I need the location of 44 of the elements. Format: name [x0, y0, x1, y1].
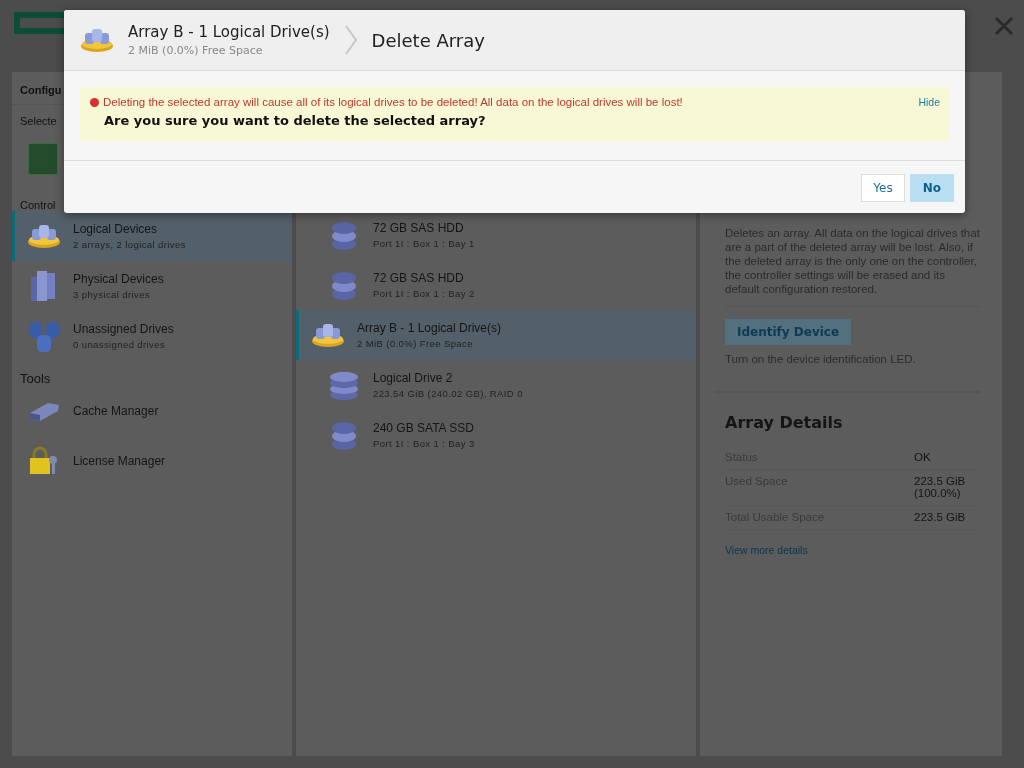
item-label: Cache Manager	[73, 404, 159, 418]
section-title: Array Details	[725, 413, 844, 432]
item-subtitle: 2 arrays, 2 logical drives	[73, 239, 186, 250]
hide-link[interactable]: Hide	[918, 96, 940, 141]
dialog-button[interactable]: No	[909, 174, 954, 202]
item-label: 240 GB SATA SSD	[373, 421, 475, 435]
item-subtitle: 2 MiB (0.0%) Free Space	[357, 338, 474, 349]
drive-stack-icon	[28, 319, 60, 353]
disk-array-icon	[311, 322, 345, 348]
detail-value: 223.5 GiB (100.0%)	[914, 475, 967, 499]
section-heading: Tools	[19, 370, 52, 386]
tool-item[interactable]: Cache Manager	[12, 386, 292, 436]
item-label: Logical Drive 2	[373, 371, 454, 385]
detail-value: OK	[914, 451, 932, 463]
dialog-title: Array B - 1 Logical Drive(s)	[128, 23, 330, 41]
item-label: 72 GB SAS HDD	[373, 221, 465, 235]
disk-stack-icon	[330, 419, 358, 451]
confirm-question: Are you sure you want to delete the selected array?	[104, 113, 487, 128]
item-label: Logical Devices	[73, 222, 159, 236]
close-icon[interactable]	[994, 16, 1014, 36]
view-details-link[interactable]: View more details	[725, 544, 808, 556]
disk-stack-icon	[330, 219, 358, 251]
error-dot-icon	[90, 97, 99, 107]
tool-item[interactable]: License Manager	[12, 436, 292, 486]
dialog-heading: Delete Array	[371, 29, 485, 51]
item-label: Array B - 1 Logical Drive(s)	[357, 321, 502, 335]
dialog-subtitle: 2 MiB (0.0%) Free Space	[128, 44, 264, 57]
dialog-button[interactable]: Yes	[861, 174, 905, 202]
section-heading: Selecte	[19, 114, 58, 127]
list-item[interactable]: Logical Devices 2 arrays, 2 logical drives	[12, 211, 292, 261]
item-label: Unassigned Drives	[73, 322, 174, 336]
detail-value: 223.5 GiB	[914, 511, 967, 523]
item-label: License Manager	[73, 454, 166, 468]
identify-device-button[interactable]: Identify Device	[725, 319, 852, 345]
list-item[interactable]: Array B - 1 Logical Drive(s) 2 MiB (0.0%) Free Space	[296, 310, 696, 360]
chevron-icon	[343, 25, 358, 55]
item-label: Physical Devices	[73, 272, 164, 286]
disk-stack-icon	[330, 269, 358, 301]
disk-array-icon	[27, 223, 61, 249]
item-label: 72 GB SAS HDD	[373, 271, 465, 285]
section-heading: Control	[19, 198, 57, 211]
padlock-keys-icon	[28, 446, 60, 476]
disk-array-icon	[80, 27, 114, 53]
disk-stack-icon	[329, 369, 359, 401]
